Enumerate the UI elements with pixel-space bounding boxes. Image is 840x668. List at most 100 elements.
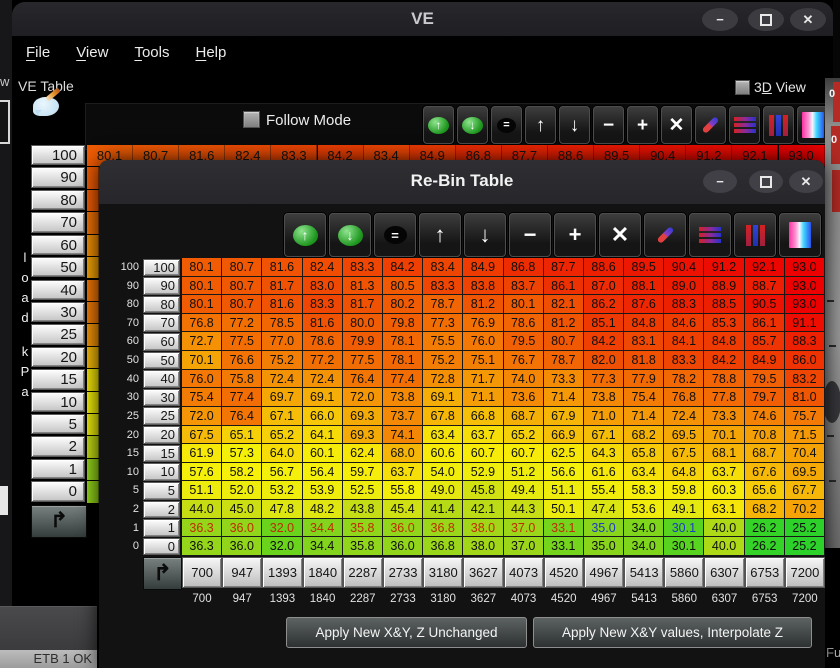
rebin-table-cell[interactable]: 76.0 <box>182 370 222 389</box>
rebin-y-bin-button[interactable]: 80 <box>143 296 180 314</box>
rebin-table-cell[interactable]: 35.0 <box>584 519 624 538</box>
rebin-table-cell[interactable]: 76.4 <box>343 370 383 389</box>
rebin-table-cell[interactable]: 71.0 <box>584 407 624 426</box>
rebin-table-cell[interactable]: 68.2 <box>624 426 664 445</box>
menu-file[interactable]: File <box>26 44 50 61</box>
rebin-table-cell[interactable]: 79.8 <box>383 314 423 333</box>
apply-xy-interpolate-z-button[interactable]: Apply New X&Y values, Interpolate Z <box>533 617 812 648</box>
interpolate-horizontal-button[interactable] <box>729 106 760 144</box>
swap-axes-button[interactable]: ↱ <box>143 557 182 590</box>
rebin-table-cell[interactable]: 36.3 <box>182 519 222 538</box>
rebin-table-cell[interactable]: 84.1 <box>664 332 704 351</box>
rebin-table-cell[interactable]: 55.4 <box>584 481 624 500</box>
rebin-table-cell[interactable]: 53.6 <box>624 500 664 519</box>
rebin-table-cell[interactable]: 90.4 <box>664 258 704 277</box>
rebin-table-cell[interactable]: 72.4 <box>262 370 302 389</box>
rebin-table-cell[interactable]: 90.5 <box>745 295 785 314</box>
ve-y-bin-button[interactable]: 10 <box>31 392 85 412</box>
rebin-x-bin-button[interactable]: 1393 <box>262 557 302 588</box>
swap-axes-button[interactable]: ↱ <box>31 505 87 538</box>
rebin-table-cell[interactable]: 69.7 <box>262 388 302 407</box>
rebin-table-cell[interactable]: 76.7 <box>504 351 544 370</box>
rebin-table-cell[interactable]: 64.3 <box>584 444 624 463</box>
rebin-table-cell[interactable]: 71.5 <box>785 426 825 445</box>
ve-y-bin-button[interactable]: 90 <box>31 167 85 187</box>
clear-button[interactable]: ✕ <box>599 213 641 257</box>
rebin-table-cell[interactable]: 91.1 <box>785 314 825 333</box>
rebin-table-cell[interactable]: 86.1 <box>745 314 785 333</box>
rebin-table-cell[interactable]: 68.2 <box>745 500 785 519</box>
rebin-table-cell[interactable]: 40.0 <box>704 519 744 538</box>
rebin-table-cell[interactable]: 47.4 <box>584 500 624 519</box>
rebin-table-cell[interactable]: 82.4 <box>303 258 343 277</box>
rebin-table-cell[interactable]: 84.9 <box>745 351 785 370</box>
edit-pencil-button[interactable] <box>644 213 686 257</box>
rebin-table-cell[interactable]: 78.6 <box>303 332 343 351</box>
rebin-table-cell[interactable]: 76.9 <box>463 314 503 333</box>
rebin-table-cell[interactable]: 77.5 <box>222 332 262 351</box>
rebin-y-bin-button[interactable]: 1 <box>143 519 180 537</box>
apply-xy-z-unchanged-button[interactable]: Apply New X&Y, Z Unchanged <box>286 617 527 648</box>
rebin-x-bin-button[interactable]: 6307 <box>704 557 744 588</box>
rebin-table-cell[interactable]: 77.4 <box>383 370 423 389</box>
ve-y-bin-button[interactable]: 20 <box>31 347 85 367</box>
rebin-x-bin-button[interactable]: 6753 <box>745 557 785 588</box>
rebin-table-cell[interactable]: 36.8 <box>423 519 463 538</box>
increase-button[interactable]: + <box>627 106 658 144</box>
dialog-maximize-button[interactable] <box>749 170 783 193</box>
rebin-table-cell[interactable]: 36.8 <box>423 537 463 556</box>
rebin-table-cell[interactable]: 83.0 <box>303 277 343 296</box>
rebin-table-cell[interactable]: 41.4 <box>423 500 463 519</box>
increment-up-button[interactable]: ↑ <box>419 213 461 257</box>
rebin-table-cell[interactable]: 54.0 <box>423 463 463 482</box>
rebin-table-cell[interactable]: 59.7 <box>343 463 383 482</box>
color-gradient-button[interactable] <box>779 213 821 257</box>
rebin-table-cell[interactable]: 83.3 <box>423 277 463 296</box>
rebin-table-cell[interactable]: 73.8 <box>383 388 423 407</box>
rebin-table-cell[interactable]: 72.4 <box>303 370 343 389</box>
rebin-table-cell[interactable]: 63.4 <box>624 463 664 482</box>
rebin-table-cell[interactable]: 77.2 <box>303 351 343 370</box>
rebin-table-cell[interactable]: 25.2 <box>785 519 825 538</box>
rebin-table-cell[interactable]: 75.2 <box>423 351 463 370</box>
rebin-table-cell[interactable]: 67.5 <box>664 444 704 463</box>
rebin-table-cell[interactable]: 87.6 <box>624 295 664 314</box>
rebin-table-cell[interactable]: 44.3 <box>504 500 544 519</box>
rebin-table-cell[interactable]: 84.9 <box>463 258 503 277</box>
rebin-x-bin-button[interactable]: 700 <box>182 557 222 588</box>
rebin-table-cell[interactable]: 78.1 <box>383 332 423 351</box>
paste-up-button[interactable]: ↑ <box>423 106 454 144</box>
decrease-button[interactable]: − <box>593 106 624 144</box>
interpolate-horizontal-button[interactable] <box>689 213 731 257</box>
rebin-table-cell[interactable]: 49.1 <box>664 500 704 519</box>
rebin-x-bin-button[interactable]: 947 <box>222 557 262 588</box>
ve-y-bin-button[interactable]: 50 <box>31 257 85 277</box>
rebin-table-cell[interactable]: 79.5 <box>504 332 544 351</box>
rebin-table-cell[interactable]: 81.3 <box>343 277 383 296</box>
rebin-table-cell[interactable]: 77.9 <box>624 370 664 389</box>
rebin-y-bin-button[interactable]: 5 <box>143 482 180 500</box>
rebin-table-cell[interactable]: 83.1 <box>624 332 664 351</box>
interpolate-vertical-button[interactable] <box>763 106 794 144</box>
rebin-table-cell[interactable]: 72.8 <box>423 370 463 389</box>
rebin-table-cell[interactable]: 84.8 <box>624 314 664 333</box>
maximize-button[interactable] <box>748 8 784 31</box>
rebin-table-cell[interactable]: 36.3 <box>182 537 222 556</box>
rebin-table-cell[interactable]: 84.2 <box>383 258 423 277</box>
dialog-close-button[interactable]: ✕ <box>789 170 823 193</box>
rebin-y-bin-button[interactable]: 50 <box>143 352 180 370</box>
decrease-button[interactable]: − <box>509 213 551 257</box>
ve-y-bin-button[interactable]: 2 <box>31 436 85 456</box>
rebin-table-cell[interactable]: 80.5 <box>383 277 423 296</box>
menu-tools[interactable]: Tools <box>134 44 169 61</box>
rebin-table-cell[interactable]: 63.1 <box>704 500 744 519</box>
rebin-table-cell[interactable]: 75.4 <box>182 388 222 407</box>
rebin-table-cell[interactable]: 75.5 <box>423 332 463 351</box>
rebin-table-cell[interactable]: 56.6 <box>544 463 584 482</box>
rebin-table-cell[interactable]: 89.0 <box>664 277 704 296</box>
rebin-table-cell[interactable]: 86.0 <box>785 351 825 370</box>
rebin-table-cell[interactable]: 59.8 <box>664 481 704 500</box>
rebin-table-cell[interactable]: 72.7 <box>182 332 222 351</box>
follow-mode-checkbox[interactable] <box>243 111 260 128</box>
rebin-table-cell[interactable]: 37.0 <box>504 537 544 556</box>
